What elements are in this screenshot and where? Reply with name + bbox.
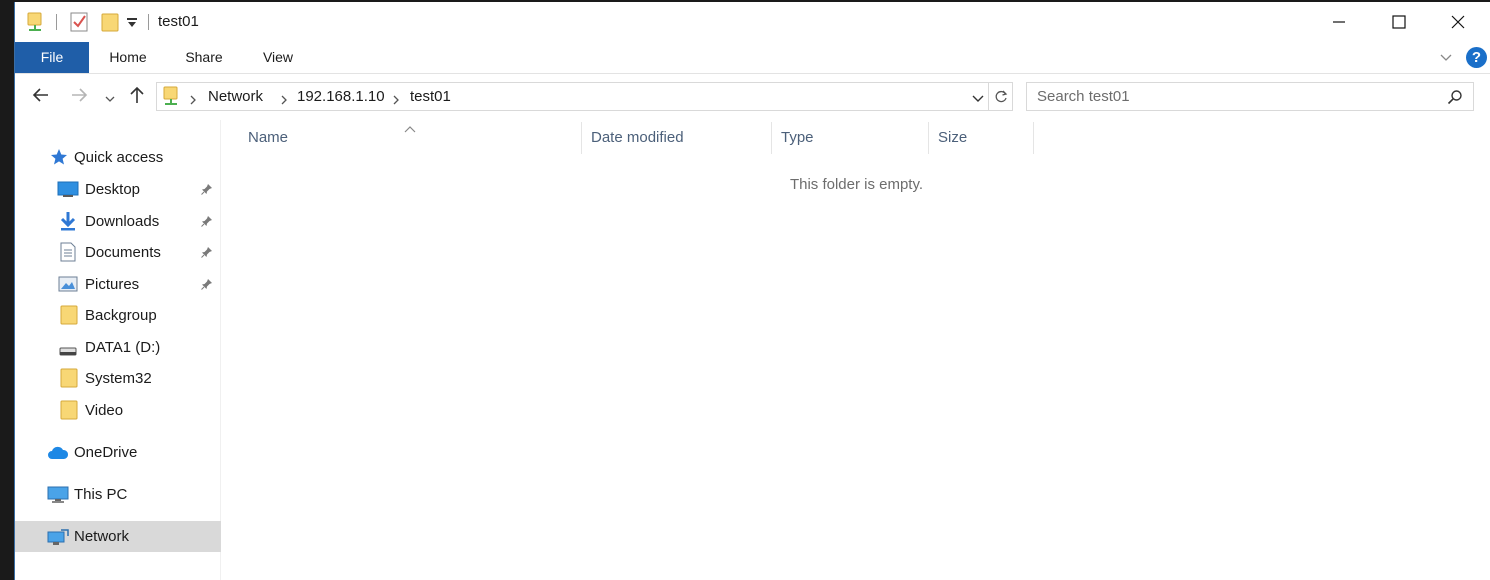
sidebar-item-label: Downloads — [85, 213, 160, 230]
column-header-size[interactable]: Size — [929, 120, 1034, 154]
help-button[interactable]: ? — [1466, 47, 1487, 68]
breadcrumb-chevron-icon[interactable] — [189, 92, 197, 108]
sidebar-item-downloads[interactable]: Downloads — [15, 206, 221, 237]
sidebar-item-label: Quick access — [74, 149, 164, 166]
close-button[interactable] — [1435, 2, 1481, 42]
properties-icon[interactable] — [70, 12, 88, 35]
star-icon — [50, 148, 68, 169]
sidebar-item-label: System32 — [85, 370, 152, 387]
sidebar-item-label: Documents — [85, 244, 161, 261]
breadcrumb-chevron-icon[interactable] — [392, 92, 400, 108]
folder-icon — [60, 305, 78, 328]
drive-icon — [59, 343, 77, 359]
desktop-icon — [57, 181, 79, 201]
customize-toolbar-dropdown-icon[interactable] — [126, 16, 138, 32]
refresh-button[interactable] — [988, 83, 1012, 110]
pin-icon[interactable] — [201, 214, 213, 230]
refresh-icon — [995, 90, 1007, 102]
pin-icon[interactable] — [201, 245, 213, 261]
sidebar-item-network[interactable]: Network — [15, 521, 221, 552]
sidebar-item-label: Pictures — [85, 276, 140, 293]
address-bar[interactable]: Network 192.168.1.10 test01 — [156, 82, 1013, 111]
sidebar-item-video[interactable]: Video — [15, 395, 221, 426]
network-folder-icon[interactable] — [27, 12, 43, 35]
title-bar: test01 — [15, 2, 1490, 42]
maximize-button[interactable] — [1376, 2, 1422, 42]
minimize-button[interactable] — [1316, 2, 1362, 42]
tab-home[interactable]: Home — [97, 42, 159, 73]
search-box — [1026, 82, 1474, 111]
sidebar-item-documents[interactable]: Documents — [15, 237, 221, 268]
minimize-icon — [1333, 21, 1345, 23]
recent-locations-chevron-icon[interactable] — [105, 91, 115, 107]
pin-icon[interactable] — [201, 277, 213, 293]
empty-folder-message: This folder is empty. — [789, 176, 924, 193]
search-input[interactable] — [1027, 83, 1437, 110]
title-separator — [148, 14, 149, 30]
title-separator — [56, 14, 57, 30]
navigation-pane: Quick access Desktop Downloads Documents… — [15, 120, 221, 580]
expand-ribbon-chevron-icon[interactable] — [1440, 50, 1452, 66]
downloads-icon — [59, 211, 77, 234]
window-title: test01 — [158, 13, 199, 30]
sidebar-item-pictures[interactable]: Pictures — [15, 269, 221, 300]
pictures-icon — [58, 276, 78, 295]
pin-icon[interactable] — [201, 182, 213, 198]
breadcrumb-host[interactable]: 192.168.1.10 — [297, 88, 385, 105]
sidebar-item-system32[interactable]: System32 — [15, 363, 221, 394]
navigation-bar: Network 192.168.1.10 test01 — [15, 74, 1490, 120]
sidebar-item-label: Video — [85, 402, 124, 419]
breadcrumb-network[interactable]: Network — [208, 88, 263, 105]
computer-icon — [47, 486, 69, 507]
column-header-date-modified[interactable]: Date modified — [582, 120, 772, 154]
column-header-type[interactable]: Type — [772, 120, 929, 154]
sidebar-item-label: Desktop — [85, 181, 141, 198]
sidebar-item-this-pc[interactable]: This PC — [15, 479, 221, 510]
network-icon — [47, 528, 69, 549]
tab-file[interactable]: File — [15, 42, 89, 73]
ribbon-tabs: File Home Share View ? — [15, 42, 1490, 74]
search-icon[interactable] — [1447, 89, 1463, 108]
tab-view[interactable]: View — [252, 42, 304, 73]
sidebar-item-desktop[interactable]: Desktop — [15, 174, 221, 205]
column-header-name[interactable]: Name — [239, 120, 582, 154]
back-arrow-icon[interactable] — [32, 86, 50, 107]
network-folder-icon — [163, 86, 179, 109]
new-folder-icon[interactable] — [101, 12, 119, 35]
sidebar-item-label: DATA1 (D:) — [85, 339, 161, 356]
tab-share[interactable]: Share — [176, 42, 232, 73]
close-icon — [1451, 15, 1465, 29]
maximize-icon — [1392, 15, 1406, 29]
folder-icon — [60, 400, 78, 423]
onedrive-cloud-icon — [47, 446, 69, 463]
address-dropdown-chevron-icon[interactable] — [972, 91, 984, 107]
file-list-pane: Name Date modified Type Size This folder… — [222, 120, 1490, 580]
background-edge — [0, 0, 14, 580]
sidebar-item-label: This PC — [74, 486, 128, 503]
explorer-window: test01 File Home Share View ? Network 19… — [14, 2, 1490, 580]
sidebar-item-onedrive[interactable]: OneDrive — [15, 437, 221, 468]
sidebar-item-label: Backgroup — [85, 307, 157, 324]
up-arrow-icon[interactable] — [129, 86, 145, 107]
breadcrumb-chevron-icon[interactable] — [280, 92, 288, 108]
documents-icon — [60, 242, 76, 265]
forward-arrow-icon[interactable] — [70, 86, 88, 107]
column-divider[interactable] — [1033, 122, 1034, 154]
sidebar-item-label: Network — [74, 528, 130, 545]
sidebar-item-label: OneDrive — [74, 444, 138, 461]
breadcrumb-test01[interactable]: test01 — [410, 88, 451, 105]
sidebar-item-quick-access[interactable]: Quick access — [15, 142, 221, 173]
folder-icon — [60, 368, 78, 391]
sidebar-item-data1-drive[interactable]: DATA1 (D:) — [15, 332, 221, 363]
sidebar-item-backgroup[interactable]: Backgroup — [15, 300, 221, 331]
